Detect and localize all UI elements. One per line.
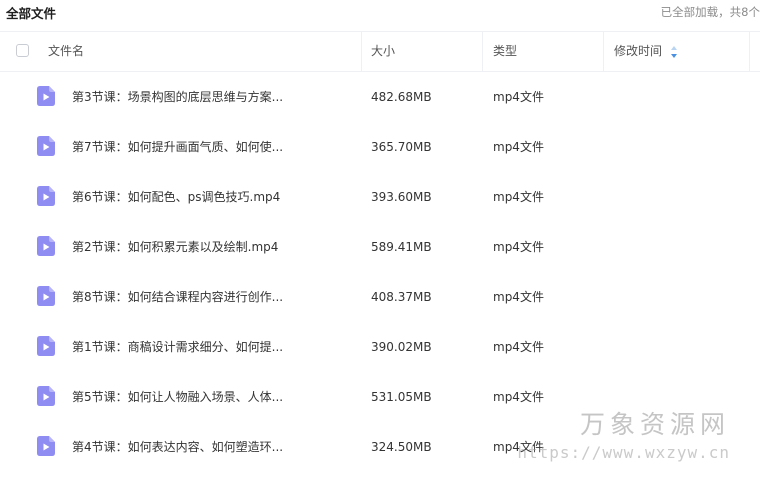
file-type: mp4文件 (493, 440, 544, 454)
file-size: 482.68MB (371, 90, 432, 104)
file-name[interactable]: 第2节课：如何积累元素以及绘制.mp4 (72, 222, 278, 272)
file-size: 531.05MB (371, 390, 432, 404)
sort-icon[interactable] (670, 45, 678, 59)
column-header-size[interactable]: 大小 (371, 32, 395, 71)
file-name[interactable]: 第8节课：如何结合课程内容进行创作... (72, 272, 283, 322)
video-file-icon (37, 336, 55, 356)
file-type: mp4文件 (493, 240, 544, 254)
file-row[interactable]: 第4节课：如何表达内容、如何塑造环... 324.50MB mp4文件 (0, 422, 760, 472)
file-row[interactable]: 第3节课：场景构图的底层思维与方案... 482.68MB mp4文件 (0, 72, 760, 122)
column-divider[interactable] (482, 32, 483, 71)
column-divider[interactable] (749, 32, 750, 71)
video-file-icon (37, 386, 55, 406)
file-list: 第3节课：场景构图的底层思维与方案... 482.68MB mp4文件 第7节课：如何… (0, 72, 760, 472)
file-row[interactable]: 第5节课：如何让人物融入场景、人体... 531.05MB mp4文件 (0, 372, 760, 422)
file-name[interactable]: 第3节课：场景构图的底层思维与方案... (72, 72, 283, 122)
file-size: 408.37MB (371, 290, 432, 304)
file-row[interactable]: 第6节课：如何配色、ps调色技巧.mp4 393.60MB mp4文件 (0, 172, 760, 222)
top-bar: 全部文件 已全部加载，共8个 (0, 0, 760, 24)
file-size: 390.02MB (371, 340, 432, 354)
breadcrumb-all-files[interactable]: 全部文件 (6, 3, 56, 22)
load-status-text: 已全部加载，共8个 (660, 5, 760, 19)
file-type: mp4文件 (493, 190, 544, 204)
file-type: mp4文件 (493, 340, 544, 354)
file-type: mp4文件 (493, 90, 544, 104)
file-name[interactable]: 第6节课：如何配色、ps调色技巧.mp4 (72, 172, 280, 222)
column-header-type[interactable]: 类型 (493, 32, 517, 71)
column-header-name[interactable]: 文件名 (48, 32, 84, 71)
file-size: 393.60MB (371, 190, 432, 204)
file-size: 365.70MB (371, 140, 432, 154)
file-name[interactable]: 第1节课：商稿设计需求细分、如何提... (72, 322, 283, 372)
file-type: mp4文件 (493, 140, 544, 154)
file-row[interactable]: 第2节课：如何积累元素以及绘制.mp4 589.41MB mp4文件 (0, 222, 760, 272)
video-file-icon (37, 436, 55, 456)
file-size: 324.50MB (371, 440, 432, 454)
file-name[interactable]: 第7节课：如何提升画面气质、如何使... (72, 122, 283, 172)
table-header: 文件名 大小 类型 修改时间 (0, 31, 760, 72)
file-type: mp4文件 (493, 290, 544, 304)
video-file-icon (37, 236, 55, 256)
column-divider[interactable] (603, 32, 604, 71)
file-type: mp4文件 (493, 390, 544, 404)
video-file-icon (37, 286, 55, 306)
video-file-icon (37, 186, 55, 206)
file-row[interactable]: 第8节课：如何结合课程内容进行创作... 408.37MB mp4文件 (0, 272, 760, 322)
file-size: 589.41MB (371, 240, 432, 254)
file-list-page: 全部文件 已全部加载，共8个 文件名 大小 类型 修改时间 第3节课：场景构图的… (0, 0, 760, 481)
video-file-icon (37, 136, 55, 156)
file-row[interactable]: 第7节课：如何提升画面气质、如何使... 365.70MB mp4文件 (0, 122, 760, 172)
select-all-checkbox[interactable] (16, 44, 29, 57)
file-name[interactable]: 第5节课：如何让人物融入场景、人体... (72, 372, 283, 422)
file-name[interactable]: 第4节课：如何表达内容、如何塑造环... (72, 422, 283, 472)
file-row[interactable]: 第1节课：商稿设计需求细分、如何提... 390.02MB mp4文件 (0, 322, 760, 372)
video-file-icon (37, 86, 55, 106)
column-header-modified[interactable]: 修改时间 (614, 32, 662, 71)
column-divider[interactable] (361, 32, 362, 71)
